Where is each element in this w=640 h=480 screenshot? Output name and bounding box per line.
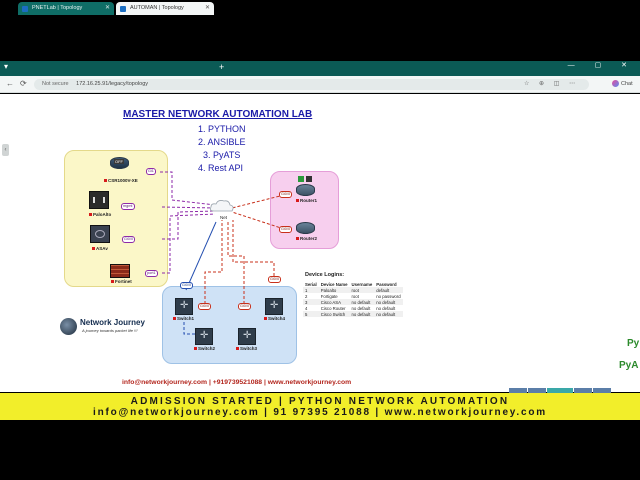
table-cell: Cisco Router (320, 305, 346, 311)
brand-tagline: A journey towards packet life !!! (82, 328, 138, 333)
switch-icon (265, 298, 283, 315)
router1-node[interactable] (296, 184, 315, 196)
link-sw1-net (185, 221, 217, 291)
cloud-icon (210, 200, 234, 212)
port-label-router2: Gi0/0 (279, 226, 293, 233)
fortinet-label: Fortinet (111, 279, 132, 284)
port-label-csr: Gi1 (146, 168, 156, 175)
csr-label: CSR1000V-XE (104, 178, 138, 183)
switch2-label: Switch2 (194, 346, 215, 351)
brand-name: Network Journey (80, 318, 145, 327)
asav-firewall-node[interactable] (90, 225, 110, 243)
table-cell: 5 (305, 311, 308, 317)
port-label-paloalto: mgmt (121, 203, 135, 210)
column-header: Username (351, 281, 373, 287)
lab-item-ansible: 2. ANSIBLE (198, 137, 246, 147)
table-row: 5 Cisco Switch no default no default (303, 311, 403, 317)
column-header: Serial (305, 281, 317, 287)
link-sw4-net (232, 220, 275, 276)
cropped-edge-text: Py (627, 338, 640, 349)
screen: ▾ PNETLab | Topology ✕ AUTOMAN | Topolog… (0, 0, 640, 480)
switch-icon (195, 328, 213, 345)
brick-wall-icon (110, 264, 130, 278)
table-cell: no password (376, 293, 401, 299)
fortinet-firewall-node[interactable] (110, 264, 130, 278)
switch4-label: Switch4 (264, 316, 285, 321)
paloalto-label: PaloAlto (89, 212, 111, 217)
router2-label: Router2 (296, 236, 317, 241)
lab-item-restapi: 4. Rest API (198, 163, 244, 173)
power-status-badge: OFF (114, 159, 124, 164)
paloalto-firewall-node[interactable] (89, 191, 109, 209)
admission-banner: ADMISSION STARTED | PYTHON NETWORK AUTOM… (0, 393, 640, 420)
link-palo-net (161, 206, 216, 209)
cropped-edge-text: PyA (619, 360, 639, 371)
switch-icon (175, 298, 193, 315)
switch2-node[interactable] (195, 328, 213, 345)
port-label-switch3: Gi0/0 (238, 303, 252, 310)
lab-item-pyats: 3. PyATS (203, 150, 241, 160)
banner-contact: info@networkjourney.com | 91 97395 21088… (93, 407, 547, 418)
table-cell: no default (376, 311, 396, 317)
router2-node[interactable] (296, 222, 315, 234)
firewall-icon (90, 225, 110, 243)
router1-status-icons (298, 176, 312, 184)
table-cell: no default (351, 311, 371, 317)
table-cell: Cisco Switch (320, 311, 346, 317)
port-label-router1: Gi0/0 (279, 191, 293, 198)
switch4-node[interactable] (265, 298, 283, 315)
switch1-label: Switch1 (173, 316, 194, 321)
lab-title: MASTER NETWORK AUTOMATION LAB (123, 109, 313, 120)
port-label-switch1-down: Gi0/0 (198, 303, 212, 310)
link-sw2-net (204, 220, 223, 304)
router-icon (296, 222, 315, 234)
router-icon (296, 184, 315, 196)
switch3-label: Switch3 (236, 346, 257, 351)
contact-line: info@networkjourney.com | +919739521088 … (122, 379, 352, 386)
link-r1-net (231, 194, 285, 209)
port-label-asav: Gi0/0 (122, 236, 136, 243)
switch3-node[interactable] (238, 328, 256, 345)
switch1-node[interactable] (175, 298, 193, 315)
csr-router-node[interactable]: OFF (110, 157, 129, 169)
link-r2-net (231, 211, 285, 230)
network-journey-logo (60, 318, 77, 335)
column-header: Device Name (320, 281, 348, 287)
lab-item-python: 1. PYTHON (198, 124, 246, 134)
net-cloud-label: Net (220, 215, 228, 220)
device-logins-table: Serial Device Name Username Password 1 P… (303, 281, 403, 317)
port-label-switch4: Gi0/0 (268, 276, 282, 283)
router1-label: Router1 (296, 198, 317, 203)
port-label-fortinet: port1 (145, 270, 158, 277)
switch-icon (238, 328, 256, 345)
device-logins-title: Device Logins: (305, 272, 345, 278)
link-csr-net (160, 171, 216, 206)
banner-headline: ADMISSION STARTED | PYTHON NETWORK AUTOM… (130, 396, 510, 407)
firewall-icon (89, 191, 109, 209)
asav-label: ASAv (92, 246, 108, 251)
port-label-switch1-up: Gi0/0 (180, 282, 194, 289)
